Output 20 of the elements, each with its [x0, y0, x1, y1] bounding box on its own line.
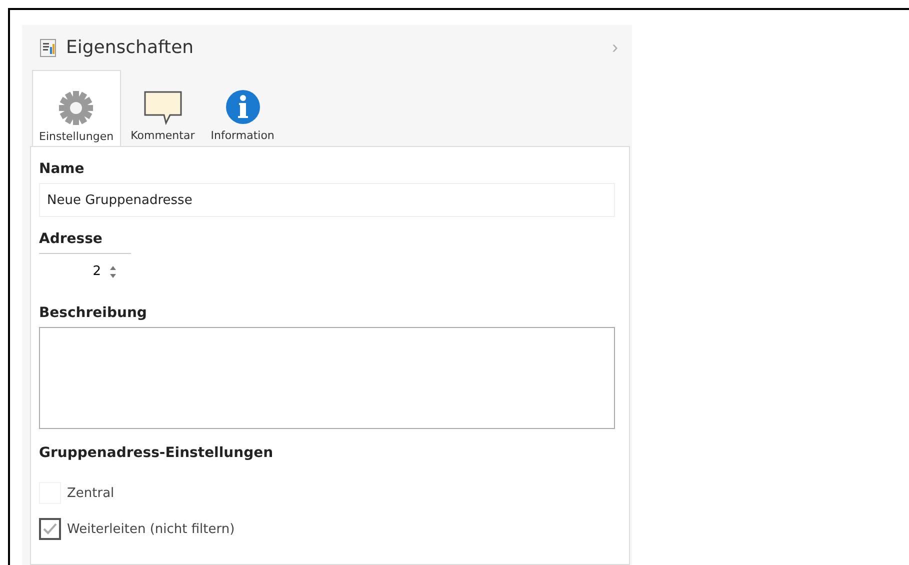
tab[interactable]: Kommentar — [124, 70, 201, 146]
gear-icon — [58, 90, 94, 126]
tab[interactable]: Information — [204, 70, 280, 146]
name-field[interactable]: Neue Gruppenadresse — [39, 183, 615, 217]
field-label: Adresse — [39, 231, 102, 247]
tab[interactable]: Einstellungen — [32, 70, 121, 147]
checkbox[interactable] — [39, 518, 61, 540]
speech-bubble-icon — [144, 91, 182, 125]
description-field[interactable] — [39, 327, 615, 429]
panel-title: Eigenschaften — [66, 37, 195, 58]
spinner-arrows-icon — [109, 264, 117, 278]
checkmark-icon — [43, 523, 57, 535]
info-icon — [224, 89, 261, 125]
field-label: Beschreibung — [39, 305, 147, 321]
option-label: Zentral — [67, 486, 114, 500]
properties-icon — [40, 38, 56, 56]
section-heading: Gruppenadress-Einstellungen — [39, 445, 274, 461]
option-label: Weiterleiten (nicht filtern) — [67, 522, 235, 536]
address-spinner[interactable]: 2 — [39, 253, 131, 289]
field-label: Name — [39, 161, 84, 177]
